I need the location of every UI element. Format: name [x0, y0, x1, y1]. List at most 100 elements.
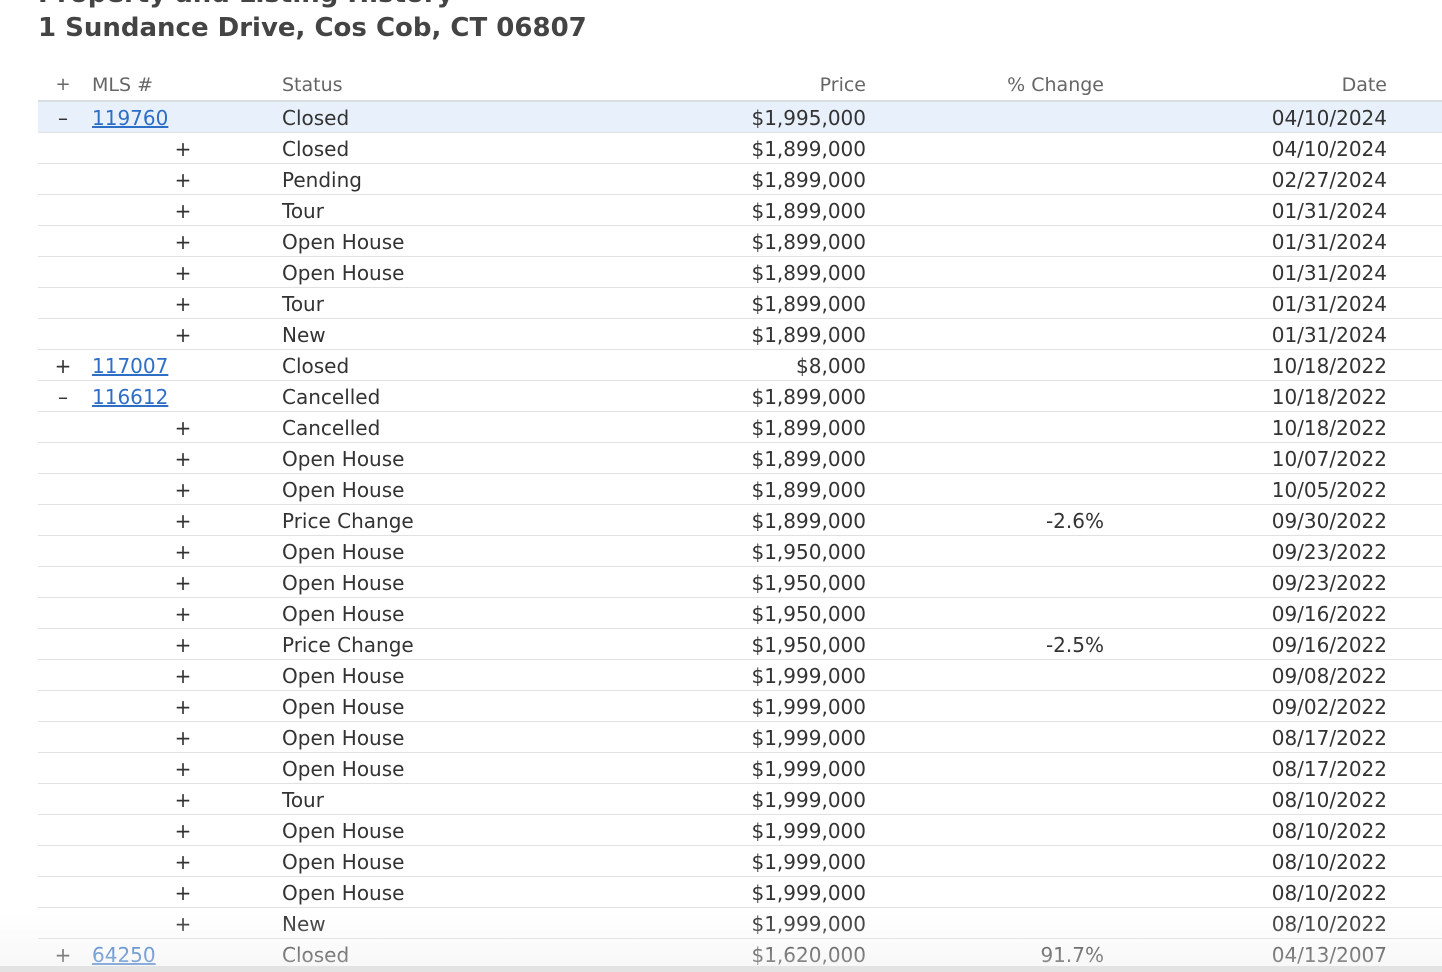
mls-number-link[interactable]: 119760 [92, 106, 168, 130]
event-expand-toggle[interactable]: + [174, 474, 192, 504]
status-cell: Price Change [282, 509, 414, 533]
event-expand-toggle[interactable]: + [174, 412, 192, 442]
expand-toggle[interactable]: + [54, 350, 72, 380]
event-row: + Closed $1,899,000 04/10/2024 [38, 133, 1442, 164]
event-row: + Open House $1,899,000 01/31/2024 [38, 257, 1442, 288]
event-row: + Tour $1,999,000 08/10/2022 [38, 784, 1442, 815]
price-cell: $1,999,000 [751, 664, 866, 688]
price-cell: $1,999,000 [751, 819, 866, 843]
mls-cell: 116612 [92, 381, 168, 411]
price-cell: $1,899,000 [751, 261, 866, 285]
status-cell: Closed [282, 106, 350, 130]
event-expand-toggle[interactable]: + [174, 536, 192, 566]
price-cell: $1,950,000 [751, 633, 866, 657]
collapse-toggle[interactable]: – [54, 381, 72, 411]
price-cell: $1,899,000 [751, 292, 866, 316]
event-row: + Open House $1,950,000 09/16/2022 [38, 598, 1442, 629]
event-expand-toggle[interactable]: + [174, 319, 192, 349]
date-cell: 01/31/2024 [1271, 199, 1387, 223]
price-cell: $1,999,000 [751, 881, 866, 905]
event-row: + Open House $1,999,000 08/17/2022 [38, 722, 1442, 753]
expand-toggle[interactable]: + [54, 939, 72, 969]
status-cell: Tour [282, 199, 324, 223]
status-cell: New [282, 912, 326, 936]
event-expand-toggle[interactable]: + [174, 505, 192, 535]
date-cell: 09/23/2022 [1271, 540, 1387, 564]
event-expand-toggle[interactable]: + [174, 722, 192, 752]
price-cell: $8,000 [796, 354, 866, 378]
header-price[interactable]: Price [820, 70, 866, 100]
event-expand-toggle[interactable]: + [174, 691, 192, 721]
mls-number-link[interactable]: 116612 [92, 385, 168, 409]
status-cell: Open House [282, 881, 405, 905]
status-cell: Tour [282, 292, 324, 316]
event-row: + Open House $1,999,000 08/10/2022 [38, 846, 1442, 877]
event-expand-toggle[interactable]: + [174, 877, 192, 907]
mls-cell: 64250 [92, 939, 156, 969]
event-row: + Tour $1,899,000 01/31/2024 [38, 288, 1442, 319]
price-cell: $1,899,000 [751, 323, 866, 347]
status-cell: Closed [282, 354, 350, 378]
event-row: + Open House $1,999,000 09/08/2022 [38, 660, 1442, 691]
event-expand-toggle[interactable]: + [174, 288, 192, 318]
status-cell: Open House [282, 850, 405, 874]
event-row: + New $1,999,000 08/10/2022 [38, 908, 1442, 939]
listing-row: –119760 Closed $1,995,000 04/10/2024 [38, 102, 1442, 133]
event-expand-toggle[interactable]: + [174, 443, 192, 473]
mls-cell: 117007 [92, 350, 168, 380]
status-cell: Open House [282, 819, 405, 843]
status-cell: Open House [282, 230, 405, 254]
price-cell: $1,999,000 [751, 850, 866, 874]
date-cell: 01/31/2024 [1271, 323, 1387, 347]
event-expand-toggle[interactable]: + [174, 753, 192, 783]
header-status[interactable]: Status [282, 70, 343, 100]
event-row: + Open House $1,899,000 01/31/2024 [38, 226, 1442, 257]
status-cell: Closed [282, 943, 350, 967]
event-row: + Open House $1,999,000 09/02/2022 [38, 691, 1442, 722]
percent-change-cell: -2.5% [1045, 633, 1104, 657]
collapse-toggle[interactable]: – [54, 102, 72, 132]
event-expand-toggle[interactable]: + [174, 815, 192, 845]
date-cell: 09/30/2022 [1271, 509, 1387, 533]
date-cell: 09/08/2022 [1271, 664, 1387, 688]
event-expand-toggle[interactable]: + [174, 784, 192, 814]
date-cell: 08/10/2022 [1271, 881, 1387, 905]
header-mls[interactable]: MLS # [92, 70, 153, 100]
status-cell: Open House [282, 540, 405, 564]
event-expand-toggle[interactable]: + [174, 567, 192, 597]
price-cell: $1,999,000 [751, 757, 866, 781]
price-cell: $1,950,000 [751, 602, 866, 626]
header-percent-change[interactable]: % Change [1007, 70, 1104, 100]
event-expand-toggle[interactable]: + [174, 195, 192, 225]
date-cell: 09/16/2022 [1271, 602, 1387, 626]
event-expand-toggle[interactable]: + [174, 629, 192, 659]
date-cell: 09/16/2022 [1271, 633, 1387, 657]
header-date[interactable]: Date [1342, 70, 1387, 100]
mls-number-link[interactable]: 64250 [92, 943, 156, 967]
mls-number-link[interactable]: 117007 [92, 354, 168, 378]
date-cell: 08/10/2022 [1271, 788, 1387, 812]
event-expand-toggle[interactable]: + [174, 164, 192, 194]
date-cell: 08/10/2022 [1271, 850, 1387, 874]
price-cell: $1,899,000 [751, 168, 866, 192]
event-expand-toggle[interactable]: + [174, 908, 192, 938]
event-row: + Pending $1,899,000 02/27/2024 [38, 164, 1442, 195]
status-cell: Open House [282, 602, 405, 626]
status-cell: Open House [282, 571, 405, 595]
date-cell: 10/18/2022 [1271, 416, 1387, 440]
date-cell: 10/05/2022 [1271, 478, 1387, 502]
event-expand-toggle[interactable]: + [174, 257, 192, 287]
expand-all-toggle[interactable]: + [54, 70, 72, 100]
event-expand-toggle[interactable]: + [174, 133, 192, 163]
event-expand-toggle[interactable]: + [174, 660, 192, 690]
event-row: + Open House $1,899,000 10/07/2022 [38, 443, 1442, 474]
event-row: + Open House $1,899,000 10/05/2022 [38, 474, 1442, 505]
percent-change-cell: 91.7% [1040, 943, 1104, 967]
event-row: + Open House $1,999,000 08/17/2022 [38, 753, 1442, 784]
event-expand-toggle[interactable]: + [174, 598, 192, 628]
status-cell: Pending [282, 168, 362, 192]
event-expand-toggle[interactable]: + [174, 226, 192, 256]
event-expand-toggle[interactable]: + [174, 846, 192, 876]
listing-row: –116612 Cancelled $1,899,000 10/18/2022 [38, 381, 1442, 412]
date-cell: 04/10/2024 [1271, 106, 1387, 130]
